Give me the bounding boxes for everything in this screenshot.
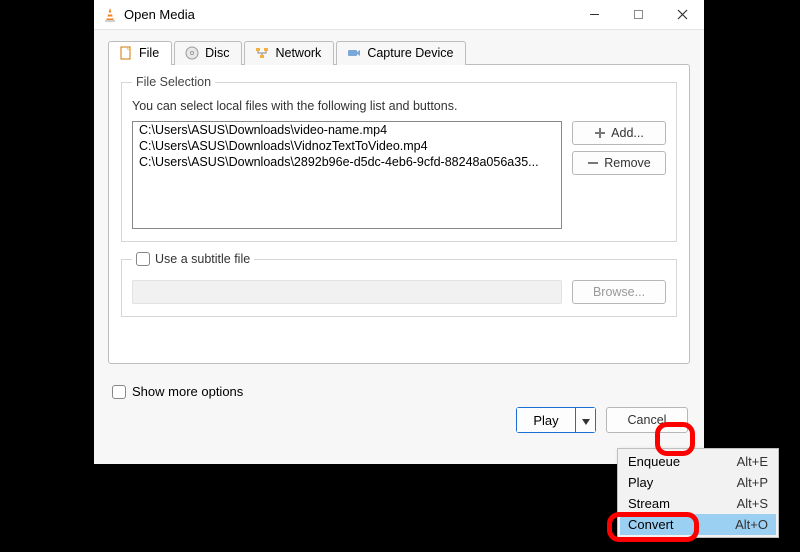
- menu-item-enqueue[interactable]: Enqueue Alt+E: [620, 451, 776, 472]
- button-label: Remove: [604, 156, 651, 170]
- menu-item-shortcut: Alt+E: [737, 454, 768, 469]
- play-button[interactable]: Play: [517, 408, 575, 432]
- capture-icon: [347, 46, 361, 60]
- tab-capture-device[interactable]: Capture Device: [336, 41, 466, 65]
- network-icon: [255, 46, 269, 60]
- subtitle-path-input: [132, 280, 562, 304]
- file-icon: [119, 46, 133, 60]
- dialog-button-row: Play Cancel: [108, 407, 690, 433]
- chevron-down-icon: [582, 413, 590, 428]
- tab-network[interactable]: Network: [244, 41, 334, 65]
- file-selection-group: File Selection You can select local file…: [121, 75, 677, 242]
- close-button[interactable]: [660, 0, 704, 30]
- button-label: Cancel: [628, 413, 667, 427]
- file-selection-legend: File Selection: [132, 75, 215, 89]
- plus-icon: [594, 127, 606, 139]
- button-label: Add...: [611, 126, 644, 140]
- tab-label: Disc: [205, 46, 229, 60]
- menu-item-convert[interactable]: Convert Alt+O: [620, 514, 776, 535]
- button-label: Browse...: [593, 285, 645, 299]
- tab-label: File: [139, 46, 159, 60]
- file-list[interactable]: C:\Users\ASUS\Downloads\video-name.mp4 C…: [132, 121, 562, 229]
- list-item[interactable]: C:\Users\ASUS\Downloads\VidnozTextToVide…: [133, 138, 561, 154]
- show-more-label: Show more options: [132, 384, 243, 399]
- show-more-checkbox[interactable]: [112, 385, 126, 399]
- menu-item-label: Enqueue: [628, 454, 737, 469]
- menu-item-shortcut: Alt+P: [737, 475, 768, 490]
- menu-item-label: Stream: [628, 496, 737, 511]
- tab-file[interactable]: File: [108, 41, 172, 65]
- menu-item-label: Play: [628, 475, 737, 490]
- menu-item-shortcut: Alt+S: [737, 496, 768, 511]
- tab-file-panel: File Selection You can select local file…: [108, 64, 690, 364]
- add-button[interactable]: Add...: [572, 121, 666, 145]
- menu-item-play[interactable]: Play Alt+P: [620, 472, 776, 493]
- subtitle-checkbox[interactable]: [136, 252, 150, 266]
- vlc-icon: [102, 7, 118, 23]
- open-media-dialog: Open Media File Disc: [94, 0, 704, 464]
- menu-item-shortcut: Alt+O: [735, 517, 768, 532]
- maximize-button[interactable]: [616, 0, 660, 30]
- subtitle-group: Use a subtitle file Browse...: [121, 252, 677, 317]
- list-item[interactable]: C:\Users\ASUS\Downloads\2892b96e-d5dc-4e…: [133, 154, 561, 170]
- source-tabs: File Disc Network Capture Device: [108, 41, 690, 65]
- play-dropdown-menu: Enqueue Alt+E Play Alt+P Stream Alt+S Co…: [617, 448, 779, 538]
- cancel-button[interactable]: Cancel: [606, 407, 688, 433]
- minus-icon: [587, 157, 599, 169]
- menu-item-label: Convert: [628, 517, 735, 532]
- list-item[interactable]: C:\Users\ASUS\Downloads\video-name.mp4: [133, 122, 561, 138]
- file-selection-instruction: You can select local files with the foll…: [132, 99, 666, 113]
- dialog-body: File Disc Network Capture Device: [94, 30, 704, 464]
- window-title: Open Media: [124, 7, 195, 22]
- tab-label: Network: [275, 46, 321, 60]
- tab-disc[interactable]: Disc: [174, 41, 242, 65]
- minimize-button[interactable]: [572, 0, 616, 30]
- remove-button[interactable]: Remove: [572, 151, 666, 175]
- subtitle-browse-button: Browse...: [572, 280, 666, 304]
- menu-item-stream[interactable]: Stream Alt+S: [620, 493, 776, 514]
- titlebar: Open Media: [94, 0, 704, 30]
- disc-icon: [185, 46, 199, 60]
- button-label: Play: [533, 413, 558, 428]
- play-split-button: Play: [516, 407, 596, 433]
- subtitle-checkbox-label: Use a subtitle file: [155, 252, 250, 266]
- tab-label: Capture Device: [367, 46, 453, 60]
- play-dropdown-toggle[interactable]: [575, 408, 595, 432]
- show-more-options-row: Show more options: [112, 384, 690, 399]
